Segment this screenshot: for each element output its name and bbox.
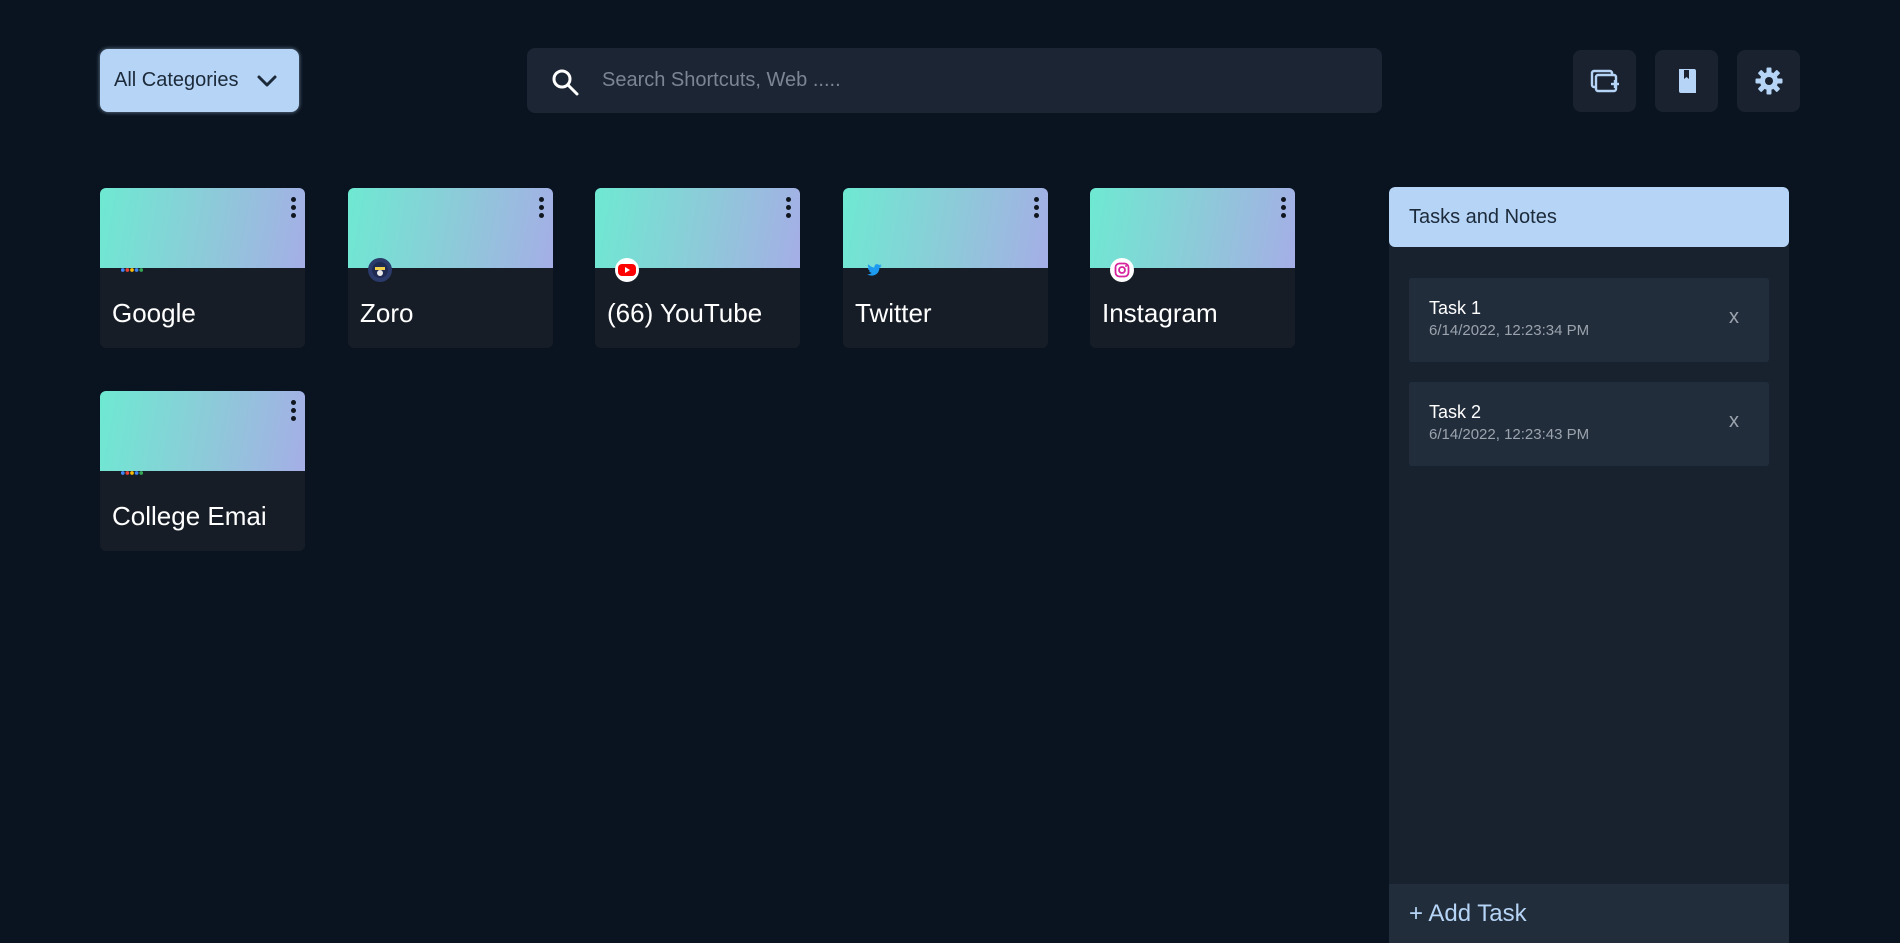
task-item[interactable]: Task 2 6/14/2022, 12:23:43 PM x [1409,382,1769,466]
task-timestamp: 6/14/2022, 12:23:43 PM [1429,426,1590,443]
shortcut-tile[interactable]: Twitter [843,188,1048,348]
google-logo-icon [120,461,144,485]
search-input[interactable] [602,48,1362,113]
add-shortcut-button[interactable] [1573,50,1636,112]
shortcut-title: Google [112,298,196,328]
chevron-down-icon [257,75,277,87]
gear-icon [1755,67,1782,95]
more-vertical-icon[interactable] [1279,197,1287,221]
tasks-panel-title: Tasks and Notes [1389,187,1789,247]
tile-banner [100,188,305,268]
more-vertical-icon[interactable] [1032,197,1040,221]
shortcut-tile[interactable]: Google [100,188,305,348]
zoro-logo-icon [368,258,392,282]
google-logo-icon [120,258,144,282]
shortcut-title: College Emai [112,501,267,531]
new-tab-page: All Categories Search Shortcuts, Web ...… [0,0,1900,943]
more-vertical-icon[interactable] [289,197,297,221]
shortcut-tile[interactable]: College Emai [100,391,305,551]
shortcut-title: (66) YouTube [607,298,763,328]
shortcut-title: Twitter [855,298,932,328]
tile-banner [100,391,305,471]
tile-banner [1090,188,1295,268]
task-timestamp: 6/14/2022, 12:23:34 PM [1429,322,1590,339]
shortcut-tile[interactable]: Zoro [348,188,553,348]
search-bar[interactable] [527,48,1382,113]
category-dropdown[interactable]: All Categories [100,49,299,112]
task-item[interactable]: Task 1 6/14/2022, 12:23:34 PM x [1409,278,1769,362]
delete-task-button[interactable]: x [1729,306,1739,329]
instagram-logo-icon [1110,258,1134,282]
tile-banner [843,188,1048,268]
twitter-logo-icon [863,258,887,282]
task-title: Task 1 [1429,298,1482,318]
add-task-button[interactable]: + Add Task [1389,884,1789,943]
more-vertical-icon[interactable] [537,197,545,221]
category-dropdown-label: All Categories [114,69,239,91]
shortcut-title: Zoro [360,298,414,328]
shortcut-tile[interactable]: (66) YouTube [595,188,800,348]
bookmark-icon [1678,69,1696,93]
youtube-logo-icon [615,258,639,282]
tile-banner [595,188,800,268]
settings-button[interactable] [1737,50,1800,112]
add-window-icon [1590,69,1619,93]
shortcut-tile[interactable]: Instagram [1090,188,1295,348]
bookmarks-button[interactable] [1655,50,1718,112]
shortcut-title: Instagram [1102,298,1218,328]
task-title: Task 2 [1429,402,1482,422]
delete-task-button[interactable]: x [1729,410,1739,433]
more-vertical-icon[interactable] [289,400,297,424]
search-icon [552,69,579,96]
tile-banner [348,188,553,268]
tasks-panel: Tasks and Notes Task 1 6/14/2022, 12:23:… [1389,187,1789,943]
more-vertical-icon[interactable] [784,197,792,221]
